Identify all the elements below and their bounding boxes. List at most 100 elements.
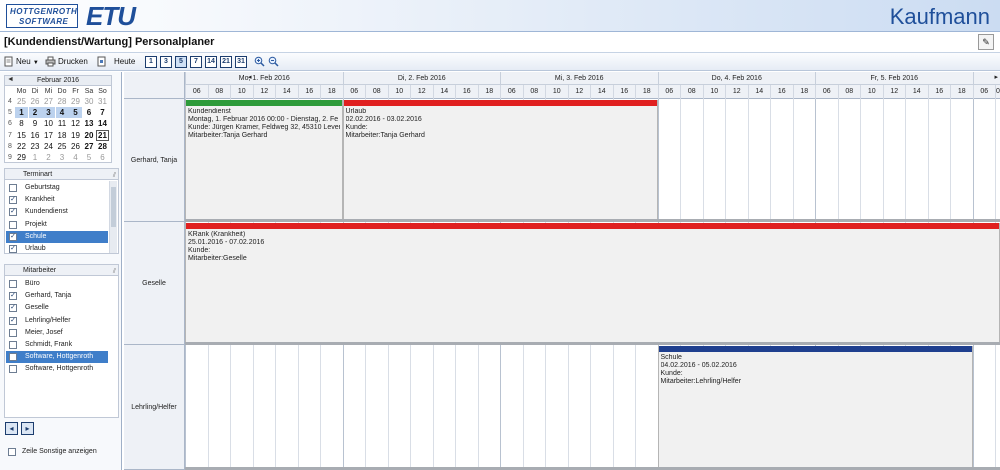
calendar-day[interactable]: 29 [15,152,28,163]
calendar-day[interactable]: 26 [29,96,42,107]
mitarbeiter-checkbox[interactable]: ✓ [9,316,17,325]
terminart-item[interactable]: ✓ Schule [6,230,108,243]
calendar-day[interactable]: 27 [83,141,96,152]
calendar-day[interactable]: 25 [56,141,69,152]
terminart-item[interactable]: Projekt [6,219,108,231]
view-14-days-button[interactable]: 14 [205,56,217,68]
calendar-day[interactable]: 7 [96,107,109,118]
calendar-day[interactable]: 3 [42,107,55,119]
mitarbeiter-item[interactable]: ✓ Geselle [6,302,108,314]
terminart-checkbox[interactable]: ✓ [9,208,17,217]
mitarbeiter-checkbox[interactable] [9,280,17,288]
calendar-day[interactable]: 1 [29,152,42,163]
terminart-checkbox[interactable] [9,184,17,192]
mitarbeiter-item[interactable]: Schmidt, Frank [6,339,108,351]
calendar-day[interactable]: 16 [29,130,42,141]
mitarbeiter-item[interactable]: Büro [6,278,108,290]
scroll-right-icon[interactable]: ▸ [994,73,998,81]
calendar-day[interactable]: 4 [55,107,69,119]
terminart-item[interactable]: Geburtstag [6,182,108,194]
calendar-day[interactable]: 25 [15,96,28,107]
calendar-day[interactable]: 27 [42,96,55,107]
appointment[interactable]: Kundendienst Montag, 1. Februar 2016 00:0… [185,100,343,219]
calendar-day[interactable]: 30 [83,96,96,107]
print-button[interactable]: Drucken [45,55,88,69]
calendar-day[interactable]: 13 [83,118,96,129]
mitarbeiter-item[interactable]: Meier, Josef [6,327,108,339]
mitarbeiter-checkbox[interactable] [9,328,17,337]
terminart-scroll-thumb[interactable] [111,187,116,227]
calendar-day[interactable]: 6 [96,152,109,163]
calendar-day[interactable]: 28 [56,96,69,107]
previous-button[interactable]: ◂ [5,422,18,435]
calendar-day[interactable]: 21 [96,129,109,141]
calendar-day[interactable]: 23 [29,141,42,152]
day-header-label: Mi, 3. Feb 2016 [500,72,658,85]
mitarbeiter-checkbox[interactable]: ✓ [9,292,17,301]
resource-lane[interactable]: KRank (Krankheit) 25.01.2016 - 07.02.2016… [185,222,1000,345]
view-7-days-button[interactable]: 7 [190,56,202,68]
mitarbeiter-item[interactable]: ✓ Gerhard, Tanja [6,290,108,302]
terminart-item[interactable]: ✓ Krankheit [6,194,108,206]
terminart-checkbox[interactable]: ✓ [9,196,17,205]
calendar-day[interactable]: 28 [96,141,109,152]
terminart-checkbox[interactable]: ✓ [9,245,17,253]
terminart-item[interactable]: ✓ Kundendienst [6,206,108,218]
calendar-day[interactable]: 3 [56,152,69,163]
calendar-day[interactable]: 22 [15,141,28,152]
today-button[interactable]: Heute [114,55,135,69]
calendar-day[interactable]: 5 [69,107,82,119]
panel-grip-icon[interactable]: ⫽ [113,266,116,277]
mitarbeiter-checkbox[interactable] [9,353,17,362]
zoom-in-button[interactable] [254,55,267,69]
terminart-checkbox[interactable] [9,220,17,229]
new-button[interactable]: Neu ▼ [3,55,39,69]
resource-lane[interactable]: Schule 04.02.2016 - 05.02.2016 Kunde: Mitar… [185,345,1000,470]
calendar-day[interactable]: 14 [96,118,109,129]
resource-lane[interactable]: Kundendienst Montag, 1. Februar 2016 00:0… [185,99,1000,222]
mitarbeiter-checkbox[interactable] [9,341,17,349]
mitarbeiter-checkbox[interactable]: ✓ [9,304,17,313]
mitarbeiter-checkbox[interactable] [9,365,17,374]
calendar-day[interactable]: 9 [29,118,42,129]
view-3-days-button[interactable]: 3 [160,56,172,68]
view-1-days-button[interactable]: 1 [145,56,157,68]
calendar-day[interactable]: 15 [15,130,28,141]
panel-grip-icon[interactable]: ⫽ [113,170,116,181]
calendar-day[interactable]: 31 [96,96,109,107]
calendar-day[interactable]: 18 [56,130,69,141]
calendar-day[interactable]: 1 [15,107,28,119]
terminart-item[interactable]: ✓ Urlaub [6,243,108,255]
calendar-day[interactable]: 26 [69,141,82,152]
view-31-days-button[interactable]: 31 [235,56,247,68]
mitarbeiter-item[interactable]: Software, Hottgenroth [6,351,108,364]
calendar-day[interactable]: 6 [83,107,96,118]
calendar-day[interactable]: 5 [83,152,96,163]
calendar-day[interactable]: 2 [42,152,55,163]
mitarbeiter-item[interactable]: ✓ Lehrling/Helfer [6,315,108,327]
view-21-days-button[interactable]: 21 [220,56,232,68]
pin-button[interactable]: ✎ [978,34,994,50]
calendar-day[interactable]: 29 [69,96,82,107]
calendar-day[interactable]: 17 [42,130,55,141]
calendar-day[interactable]: 12 [69,118,82,129]
calendar-day[interactable]: 19 [69,130,82,141]
appointment[interactable]: Schule 04.02.2016 - 05.02.2016 Kunde: Mitar… [657,346,973,467]
next-button[interactable]: ▸ [21,422,34,435]
terminart-scrollbar[interactable] [109,181,117,253]
calendar-day[interactable]: 2 [28,107,42,119]
export-button[interactable] [96,55,109,69]
calendar-day[interactable]: 10 [42,118,55,129]
calendar-day[interactable]: 8 [15,118,28,129]
calendar-day[interactable]: 4 [69,152,82,163]
appointment[interactable]: Urlaub 02.02.2016 - 03.02.2016 Kunde: Mitar… [342,100,658,219]
calendar-day[interactable]: 24 [42,141,55,152]
calendar-day[interactable]: 11 [56,118,69,129]
appointment[interactable]: KRank (Krankheit) 25.01.2016 - 07.02.2016… [185,223,1000,342]
show-other-row-checkbox[interactable] [8,448,16,456]
view-5-days-button[interactable]: 5 [175,56,187,68]
calendar-day[interactable]: 20 [83,130,96,141]
mitarbeiter-item[interactable]: Software, Hottgenroth [6,363,108,375]
terminart-checkbox[interactable]: ✓ [9,232,17,241]
zoom-out-button[interactable] [268,55,281,69]
